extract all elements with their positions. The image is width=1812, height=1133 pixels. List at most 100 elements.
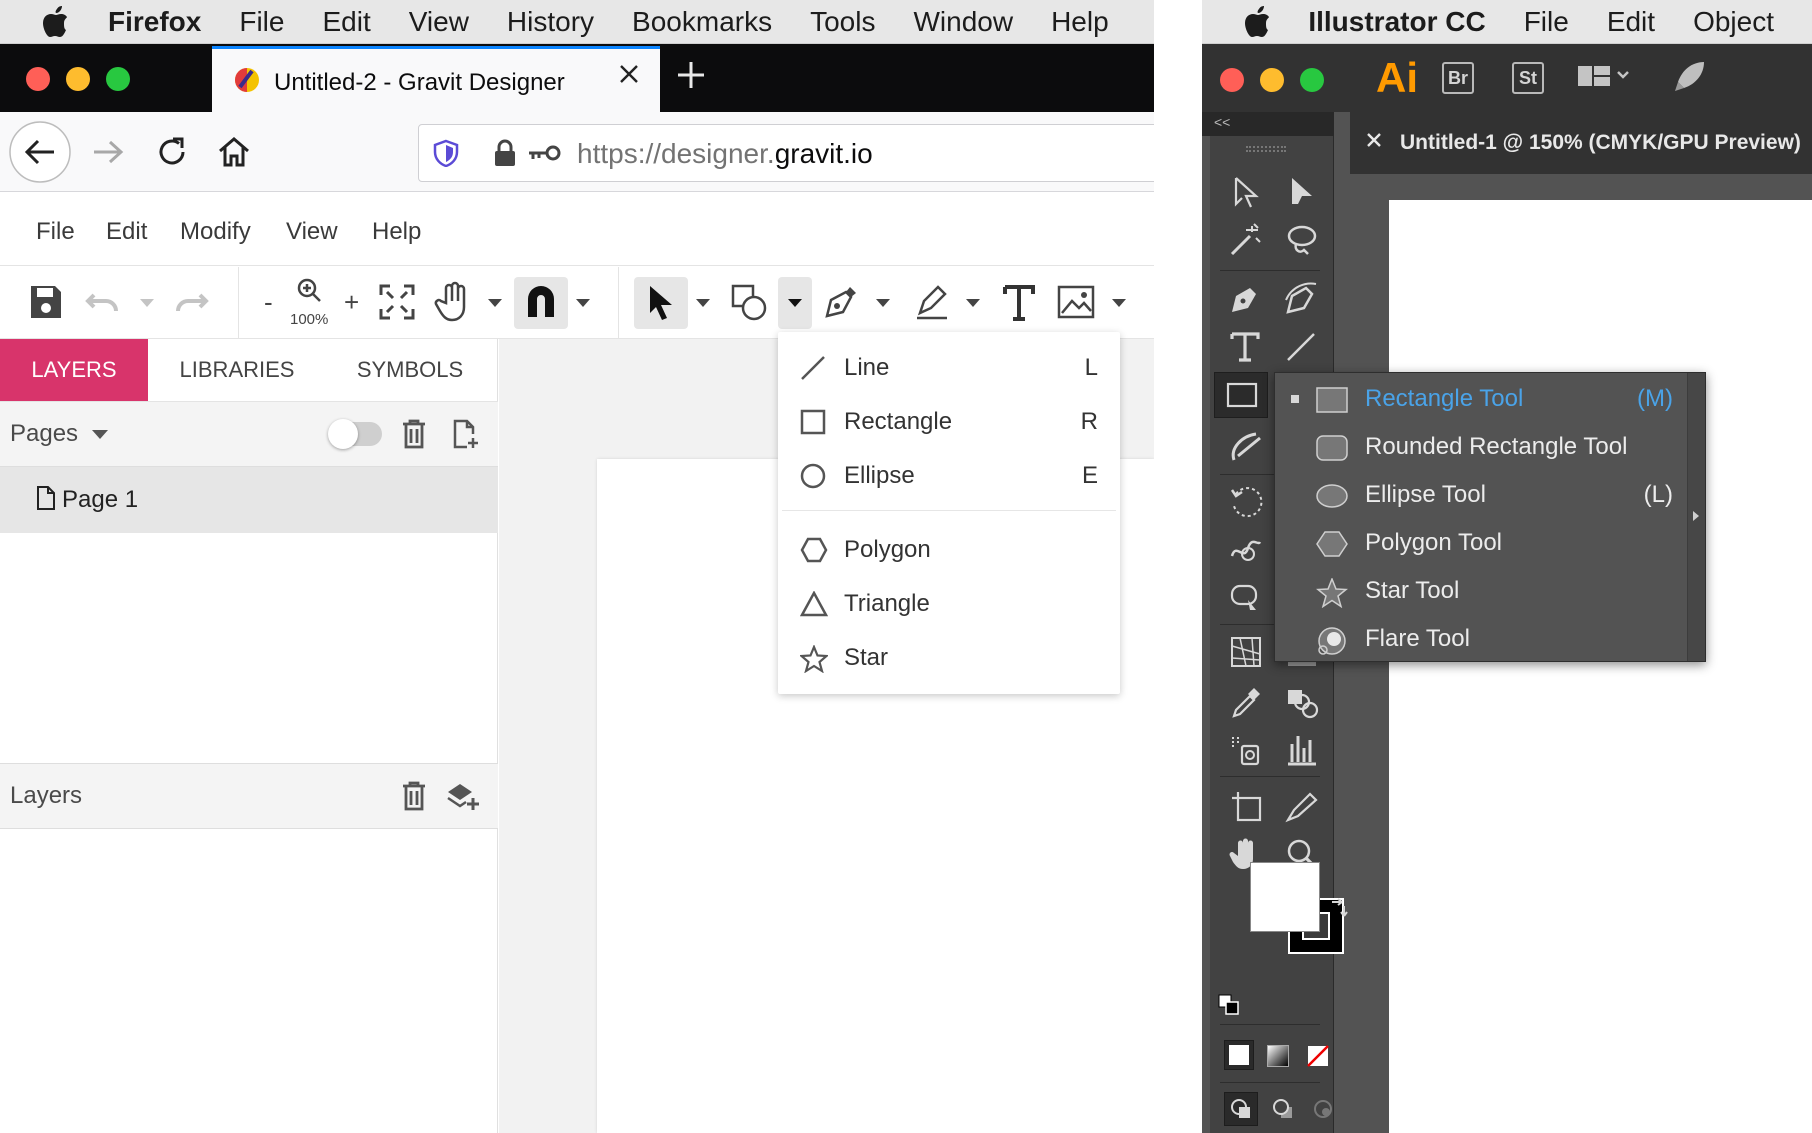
- tab-layers[interactable]: LAYERS: [0, 339, 148, 401]
- type-tool-icon[interactable]: [1224, 326, 1270, 366]
- workspace-layout-icon[interactable]: [1576, 64, 1632, 92]
- back-button[interactable]: [8, 120, 72, 184]
- pencil-tool-icon[interactable]: [914, 283, 950, 321]
- menubar-edit[interactable]: Edit: [322, 6, 370, 38]
- zoom-in-button[interactable]: +: [344, 287, 359, 318]
- eyedropper-tool-icon[interactable]: [1224, 682, 1270, 722]
- text-tool-icon[interactable]: [1002, 283, 1036, 321]
- minimize-window-button[interactable]: [1260, 68, 1284, 92]
- perspective-grid-tool-icon[interactable]: [1224, 632, 1270, 672]
- hand-tool-chevron-down-icon[interactable]: [488, 299, 502, 307]
- pages-chevron-down-icon[interactable]: [92, 430, 108, 439]
- pen-tool-icon[interactable]: [822, 283, 860, 321]
- image-tool-icon[interactable]: [1056, 283, 1096, 321]
- pages-toggle[interactable]: [328, 419, 382, 449]
- menubar-tools[interactable]: Tools: [810, 6, 875, 38]
- menubar-file[interactable]: File: [1524, 6, 1569, 38]
- undo-icon[interactable]: [84, 287, 120, 317]
- flyout-star-tool[interactable]: Star Tool: [1275, 567, 1687, 615]
- symbol-sprayer-tool-icon[interactable]: [1224, 730, 1270, 770]
- add-layer-icon[interactable]: [446, 780, 482, 812]
- gravit-menu-help[interactable]: Help: [372, 218, 421, 246]
- warp-tool-icon[interactable]: [1224, 530, 1270, 570]
- apple-icon[interactable]: [1242, 5, 1280, 39]
- gpu-rocket-icon[interactable]: [1672, 58, 1708, 94]
- pencil-chevron-down-icon[interactable]: [966, 299, 980, 307]
- shape-menu-rectangle[interactable]: Rectangle R: [778, 394, 1120, 448]
- close-document-icon[interactable]: [1366, 132, 1382, 148]
- zoom-level[interactable]: 100%: [290, 311, 328, 328]
- rectangle-tool-icon[interactable]: [1220, 376, 1266, 416]
- draw-behind-icon[interactable]: [1272, 1098, 1294, 1120]
- pen-tool-icon[interactable]: [1224, 278, 1270, 318]
- flyout-ellipse-tool[interactable]: Ellipse Tool (L): [1275, 471, 1687, 519]
- menubar-file[interactable]: File: [239, 6, 284, 38]
- snap-chevron-down-icon[interactable]: [576, 299, 590, 307]
- delete-page-icon[interactable]: [400, 418, 428, 450]
- tab-gravit[interactable]: Untitled-2 - Gravit Designer: [212, 46, 660, 112]
- menubar-help[interactable]: Help: [1051, 6, 1109, 38]
- pen-chevron-down-icon[interactable]: [876, 299, 890, 307]
- menubar-bookmarks[interactable]: Bookmarks: [632, 6, 772, 38]
- color-fill-mode-icon[interactable]: [1229, 1045, 1249, 1065]
- document-tab[interactable]: Untitled-1 @ 150% (CMYK/GPU Preview): [1350, 112, 1812, 174]
- apple-icon[interactable]: [40, 5, 80, 39]
- shaper-tool-icon[interactable]: [1224, 428, 1270, 468]
- slice-tool-icon[interactable]: [1280, 786, 1326, 826]
- zoom-window-button[interactable]: [1300, 68, 1324, 92]
- key-icon[interactable]: [527, 143, 561, 163]
- flyout-rectangle-tool[interactable]: Rectangle Tool (M): [1275, 375, 1687, 423]
- pointer-chevron-down-icon[interactable]: [696, 299, 710, 307]
- shape-menu-star[interactable]: Star: [778, 630, 1120, 684]
- tab-symbols[interactable]: SYMBOLS: [330, 339, 490, 401]
- illustrator-artboard[interactable]: [1389, 200, 1812, 1133]
- column-graph-tool-icon[interactable]: [1280, 730, 1326, 770]
- close-window-button[interactable]: [26, 67, 50, 91]
- menubar-object[interactable]: Object: [1693, 6, 1774, 38]
- blend-tool-icon[interactable]: [1280, 682, 1326, 722]
- flyout-flare-tool[interactable]: Flare Tool: [1275, 615, 1687, 663]
- selection-tool-icon[interactable]: [1224, 172, 1270, 212]
- forward-icon[interactable]: [90, 134, 126, 170]
- tracking-protection-shield-icon[interactable]: [433, 139, 459, 167]
- panel-grip[interactable]: [1246, 146, 1286, 152]
- hand-icon[interactable]: [434, 281, 472, 323]
- gradient-mode-icon[interactable]: [1267, 1045, 1289, 1067]
- default-fill-stroke-icon[interactable]: [1218, 994, 1240, 1016]
- shape-tool-icon[interactable]: [730, 283, 770, 323]
- delete-layer-icon[interactable]: [400, 780, 428, 812]
- fit-view-icon[interactable]: [378, 283, 416, 321]
- flyout-polygon-tool[interactable]: Polygon Tool: [1275, 519, 1687, 567]
- new-tab-icon[interactable]: [676, 60, 706, 90]
- shape-menu-triangle[interactable]: Triangle: [778, 576, 1120, 630]
- swap-fill-stroke-icon[interactable]: [1328, 898, 1350, 920]
- minimize-window-button[interactable]: [66, 67, 90, 91]
- lock-icon[interactable]: [493, 139, 517, 167]
- lasso-tool-icon[interactable]: [1280, 220, 1326, 260]
- add-page-icon[interactable]: [452, 418, 480, 450]
- url-bar[interactable]: https://designer.gravit.io: [418, 124, 1154, 182]
- zoom-window-button[interactable]: [106, 67, 130, 91]
- redo-icon[interactable]: [174, 287, 210, 317]
- flyout-tearoff-rail[interactable]: [1687, 373, 1705, 661]
- flyout-rounded-rectangle-tool[interactable]: Rounded Rectangle Tool: [1275, 423, 1687, 471]
- reload-icon[interactable]: [154, 134, 190, 170]
- menubar-app-name[interactable]: Firefox: [108, 6, 201, 38]
- image-chevron-down-icon[interactable]: [1112, 299, 1126, 307]
- free-transform-tool-icon[interactable]: [1224, 578, 1270, 618]
- gravit-menu-file[interactable]: File: [36, 218, 75, 246]
- artboard-tool-icon[interactable]: [1224, 786, 1270, 826]
- fill-color-swatch[interactable]: [1250, 862, 1320, 932]
- stock-button[interactable]: St: [1512, 62, 1544, 94]
- page-list-item[interactable]: Page 1: [0, 467, 498, 533]
- shape-chevron-down-icon[interactable]: [788, 299, 802, 307]
- gravit-menu-view[interactable]: View: [286, 218, 338, 246]
- menubar-app-name[interactable]: Illustrator CC: [1308, 6, 1485, 38]
- tearoff-arrow-icon[interactable]: [1693, 511, 1699, 521]
- menubar-edit[interactable]: Edit: [1607, 6, 1655, 38]
- gravit-menu-edit[interactable]: Edit: [106, 218, 147, 246]
- draw-normal-icon[interactable]: [1230, 1098, 1252, 1120]
- bridge-button[interactable]: Br: [1442, 62, 1474, 94]
- magnet-snap-icon[interactable]: [522, 283, 560, 321]
- direct-selection-tool-icon[interactable]: [1280, 172, 1326, 212]
